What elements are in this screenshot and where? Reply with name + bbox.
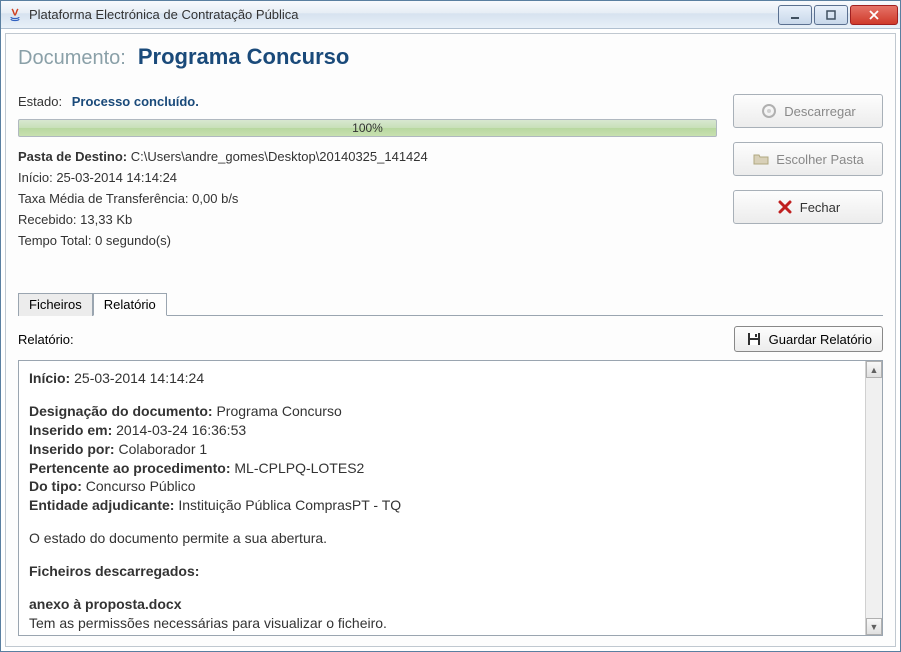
rate-value: 0,00 b/s [192,191,238,206]
received-label: Recebido: [18,212,77,227]
total-label: Tempo Total: [18,233,91,248]
java-icon [7,7,23,23]
tab-strip: Ficheiros Relatório [18,292,883,316]
status-value: Processo concluído. [72,94,199,109]
titlebar: Plataforma Electrónica de Contratação Pú… [1,1,900,29]
r-tipo-label: Do tipo: [29,478,82,494]
report-scrollbar[interactable]: ▲ ▼ [865,361,882,635]
content-panel: Documento: Programa Concurso Estado: Pro… [5,33,896,647]
r-insem-label: Inserido em: [29,422,112,438]
left-column: Estado: Processo concluído. 100% Pasta d… [18,94,717,254]
window-title: Plataforma Electrónica de Contratação Pú… [29,7,776,22]
scroll-down-arrow[interactable]: ▼ [866,618,882,635]
r-fich-header: Ficheiros descarregados: [29,563,199,579]
choose-folder-button[interactable]: Escolher Pasta [733,142,883,176]
app-window: Plataforma Electrónica de Contratação Pú… [0,0,901,652]
close-window-button[interactable] [850,5,898,25]
close-button[interactable]: Fechar [733,190,883,224]
received-line: Recebido: 13,33 Kb [18,212,717,227]
r-inicio-value: 25-03-2014 14:14:24 [74,370,204,386]
progress-bar: 100% [18,119,717,137]
right-column: Descarregar Escolher Pasta Fechar [733,94,883,254]
received-value: 13,33 Kb [80,212,132,227]
save-icon [745,330,763,348]
r-inspor-value: Colaborador 1 [118,441,207,457]
r-estado-doc: O estado do documento permite a sua aber… [29,529,855,548]
status-label: Estado: [18,94,62,109]
report-label: Relatório: [18,332,74,347]
close-label: Fechar [800,200,840,215]
r-insem-value: 2014-03-24 16:36:53 [116,422,246,438]
report-box: Início: 25-03-2014 14:14:24 Designação d… [18,360,883,636]
tab-files[interactable]: Ficheiros [18,293,93,316]
r-fich-perm: Tem as permissões necessárias para visua… [29,614,855,633]
download-label: Descarregar [784,104,856,119]
r-designacao-label: Designação do documento: [29,403,213,419]
choose-folder-label: Escolher Pasta [776,152,863,167]
folder-icon [752,150,770,168]
r-fich-nome: anexo à proposta.docx [29,596,181,612]
tabs-area: Ficheiros Relatório Relatório: Guardar R… [18,292,883,636]
start-value: 25-03-2014 14:14:24 [56,170,177,185]
dest-value: C:\Users\andre_gomes\Desktop\20140325_14… [131,149,428,164]
r-inspor-label: Inserido por: [29,441,115,457]
total-value: 0 segundo(s) [95,233,171,248]
report-header: Relatório: Guardar Relatório [18,326,883,352]
scroll-track[interactable] [866,378,882,618]
status-row: Estado: Processo concluído. [18,94,717,109]
report-text: Início: 25-03-2014 14:14:24 Designação d… [19,361,865,635]
rate-line: Taxa Média de Transferência: 0,00 b/s [18,191,717,206]
dest-label: Pasta de Destino: [18,149,127,164]
rate-label: Taxa Média de Transferência: [18,191,189,206]
main-area: Estado: Processo concluído. 100% Pasta d… [18,94,883,254]
header-label: Documento: [18,47,126,70]
minimize-button[interactable] [778,5,812,25]
progress-text: 100% [352,121,383,135]
r-ent-label: Entidade adjudicante: [29,497,174,513]
start-label: Início: [18,170,53,185]
download-icon [760,102,778,120]
download-button[interactable]: Descarregar [733,94,883,128]
maximize-button[interactable] [814,5,848,25]
tab-content: Relatório: Guardar Relatório Início: 25-… [18,316,883,636]
close-icon [776,198,794,216]
r-proc-label: Pertencente ao procedimento: [29,460,231,476]
scroll-up-arrow[interactable]: ▲ [866,361,882,378]
r-inicio-label: Início: [29,370,70,386]
save-report-label: Guardar Relatório [769,332,872,347]
save-report-button[interactable]: Guardar Relatório [734,326,883,352]
start-line: Início: 25-03-2014 14:14:24 [18,170,717,185]
r-tipo-value: Concurso Público [86,478,196,494]
window-controls [776,5,898,25]
document-header: Documento: Programa Concurso [18,44,883,70]
r-proc-value: ML-CPLPQ-LOTES2 [234,460,364,476]
total-line: Tempo Total: 0 segundo(s) [18,233,717,248]
r-designacao-value: Programa Concurso [216,403,341,419]
tab-report[interactable]: Relatório [93,293,167,316]
r-ent-value: Instituição Pública ComprasPT - TQ [178,497,401,513]
dest-line: Pasta de Destino: C:\Users\andre_gomes\D… [18,149,717,164]
header-value: Programa Concurso [138,44,350,70]
